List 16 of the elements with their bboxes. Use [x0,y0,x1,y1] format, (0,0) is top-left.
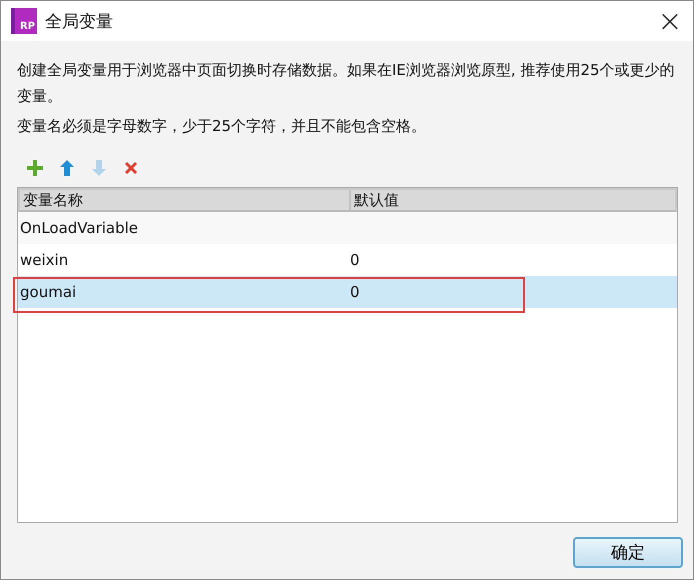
app-logo: RP [11,8,37,34]
table-cell-text: OnLoadVariable [19,219,140,237]
description-text: 变量名必须是字母数字，少于25个字符，并且不能包含空格。 [17,116,428,137]
table-cell: 0 [350,251,360,269]
column-header: 默认值 [353,190,399,210]
close-button[interactable]: × [647,1,693,41]
table-cell-text: weixin [19,251,70,269]
table-cell: 0 [350,283,360,301]
arrow-up-icon[interactable] [58,159,76,177]
description-text: 创建全局变量用于浏览器中页面切换时存储数据。如果在IE浏览器浏览原型, 推荐使用25个或更少的变量。 [17,60,676,107]
table-row[interactable]: OnLoadVariable [18,212,677,244]
add-icon[interactable] [26,159,44,177]
column-header: 变量名称 [20,190,351,210]
table-cell-text: goumai [19,283,78,301]
window-title: 全局变量 [45,10,114,32]
ok-button[interactable]: 确定 [573,537,683,568]
